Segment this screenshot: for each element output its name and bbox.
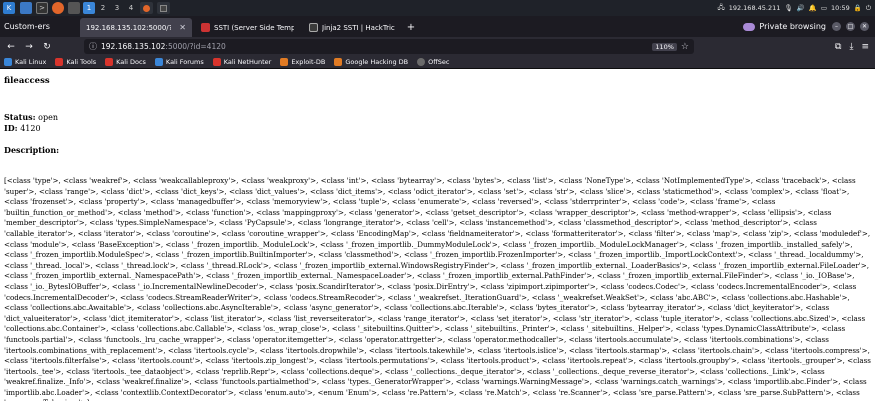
firefox-small-icon bbox=[143, 4, 150, 12]
workspace-1[interactable]: 1 bbox=[83, 2, 95, 14]
volume-icon[interactable]: 🔊 bbox=[797, 4, 805, 12]
url-host: 192.168.135.102 bbox=[101, 42, 166, 51]
description-heading: Description: bbox=[4, 145, 60, 155]
kali-forums-icon bbox=[154, 58, 163, 66]
maximize-icon[interactable]: □ bbox=[846, 22, 855, 31]
terminal-icon[interactable]: > bbox=[36, 2, 48, 14]
network-icon[interactable]: 🖧 bbox=[717, 3, 724, 14]
tab-current-page[interactable]: 192.168.135.102:5000/?id=4 ✕ bbox=[80, 18, 192, 37]
zoom-level-button[interactable]: 110% bbox=[652, 42, 677, 51]
mic-icon[interactable]: 🎙 bbox=[784, 4, 792, 12]
new-tab-button[interactable]: + bbox=[404, 18, 418, 37]
notification-icon[interactable]: 🔔 bbox=[809, 4, 817, 12]
clock[interactable]: 10:59 bbox=[831, 4, 850, 12]
firefox-icon[interactable] bbox=[52, 2, 64, 14]
bookmark-kali-tools[interactable]: Kali Tools bbox=[55, 58, 96, 66]
favicon-icon bbox=[201, 23, 210, 32]
power-icon[interactable]: ⏻ bbox=[866, 4, 871, 13]
downloads-icon[interactable]: ⤓ bbox=[849, 42, 853, 52]
id-label: ID: bbox=[4, 123, 18, 133]
kali-icon bbox=[4, 58, 12, 66]
bookmark-offsec[interactable]: OffSec bbox=[417, 58, 449, 66]
ip-address: 192.168.45.211 bbox=[728, 4, 781, 12]
ghdb-icon bbox=[334, 58, 343, 66]
close-icon[interactable]: ✕ bbox=[179, 23, 186, 32]
os-top-panel: K > 1 2 3 4 🖧 192.168.45.211 🎙 🔊 🔔 ▭ 10:… bbox=[0, 0, 875, 16]
window-controls: – □ ✕ bbox=[832, 16, 875, 37]
private-mask-icon bbox=[743, 22, 756, 31]
page-title: fileaccess bbox=[4, 76, 50, 86]
offsec-icon bbox=[417, 58, 426, 66]
status-value: open bbox=[38, 113, 58, 122]
kali-menu-icon[interactable]: K bbox=[3, 2, 15, 14]
workspace-2[interactable]: 2 bbox=[97, 2, 109, 14]
lock-screen-icon[interactable]: 🔒 bbox=[854, 4, 862, 12]
back-arrow-icon[interactable]: ← bbox=[4, 40, 18, 54]
system-tray: 🖧 192.168.45.211 🎙 🔊 🔔 ▭ 10:59 🔒 ⏻ bbox=[717, 3, 871, 14]
url-path: :5000/?id=4120 bbox=[165, 42, 226, 51]
page-info-icon[interactable]: ⓘ bbox=[89, 41, 97, 52]
kali-docs-icon bbox=[105, 58, 114, 66]
tab-hacktricks[interactable]: Jinja2 SSTI | HackTricks bbox=[303, 18, 401, 37]
tab-label: 192.168.135.102:5000/?id=4 bbox=[86, 23, 171, 32]
tab-label: Jinja2 SSTI | HackTricks bbox=[322, 23, 395, 32]
taskbar-window[interactable] bbox=[140, 2, 153, 14]
browser-tab-strip: Custom-ers 192.168.135.102:5000/?id=4 ✕ … bbox=[0, 16, 875, 37]
tab-label: SSTI (Server Side Templa bbox=[214, 23, 294, 32]
app-launcher-icon[interactable] bbox=[68, 2, 80, 14]
status-label: Status: bbox=[4, 112, 36, 122]
file-manager-icon[interactable] bbox=[20, 2, 32, 14]
navigation-bar: ← → ↻ ⓘ 192.168.135.102 :5000/?id=4120 1… bbox=[0, 37, 875, 56]
bookmark-kali-forums[interactable]: Kali Forums bbox=[154, 58, 204, 66]
tab-ssti[interactable]: SSTI (Server Side Templa bbox=[195, 18, 300, 37]
id-value: 4120 bbox=[20, 124, 41, 133]
nethunter-icon bbox=[212, 58, 221, 66]
workspace-3[interactable]: 3 bbox=[111, 2, 123, 14]
terminal-small-icon bbox=[160, 4, 167, 12]
bookmark-google-hacking-db[interactable]: Google Hacking DB bbox=[334, 58, 408, 66]
private-browsing-label: Private browsing bbox=[759, 22, 826, 31]
bookmark-kali-linux[interactable]: Kali Linux bbox=[4, 58, 46, 66]
minimize-icon[interactable]: – bbox=[832, 22, 841, 31]
workspace-4[interactable]: 4 bbox=[125, 2, 137, 14]
bookmark-exploit-db[interactable]: Exploit-DB bbox=[280, 58, 325, 66]
menu-icon[interactable]: ≡ bbox=[861, 42, 869, 52]
reload-icon[interactable]: ↻ bbox=[40, 40, 54, 54]
bookmark-star-icon[interactable]: ☆ bbox=[681, 42, 689, 52]
bookmark-kali-docs[interactable]: Kali Docs bbox=[105, 58, 146, 66]
bookmark-kali-nethunter[interactable]: Kali NetHunter bbox=[212, 58, 271, 66]
forward-arrow-icon[interactable]: → bbox=[22, 40, 36, 54]
close-window-icon[interactable]: ✕ bbox=[860, 22, 869, 31]
ticket-meta: Status: open ID: 4120 bbox=[4, 112, 871, 134]
battery-icon[interactable]: ▭ bbox=[821, 4, 827, 12]
taskbar-window-terminal[interactable] bbox=[157, 2, 170, 14]
description-body: [<class 'type'>, <class 'weakref'>, <cla… bbox=[4, 176, 871, 401]
bookmarks-bar: Kali Linux Kali Tools Kali Docs Kali For… bbox=[0, 56, 875, 69]
extensions-icon[interactable]: ⧉ bbox=[835, 42, 841, 52]
url-bar[interactable]: ⓘ 192.168.135.102 :5000/?id=4120 110% ☆ bbox=[84, 39, 694, 54]
page-content: fileaccess Status: open ID: 4120 Descrip… bbox=[0, 70, 875, 401]
favicon-icon bbox=[309, 23, 318, 32]
kali-tools-icon bbox=[55, 58, 64, 66]
private-browsing-indicator: Private browsing bbox=[743, 16, 832, 37]
exploit-db-icon bbox=[280, 58, 289, 66]
window-title: Custom-ers bbox=[4, 22, 50, 31]
